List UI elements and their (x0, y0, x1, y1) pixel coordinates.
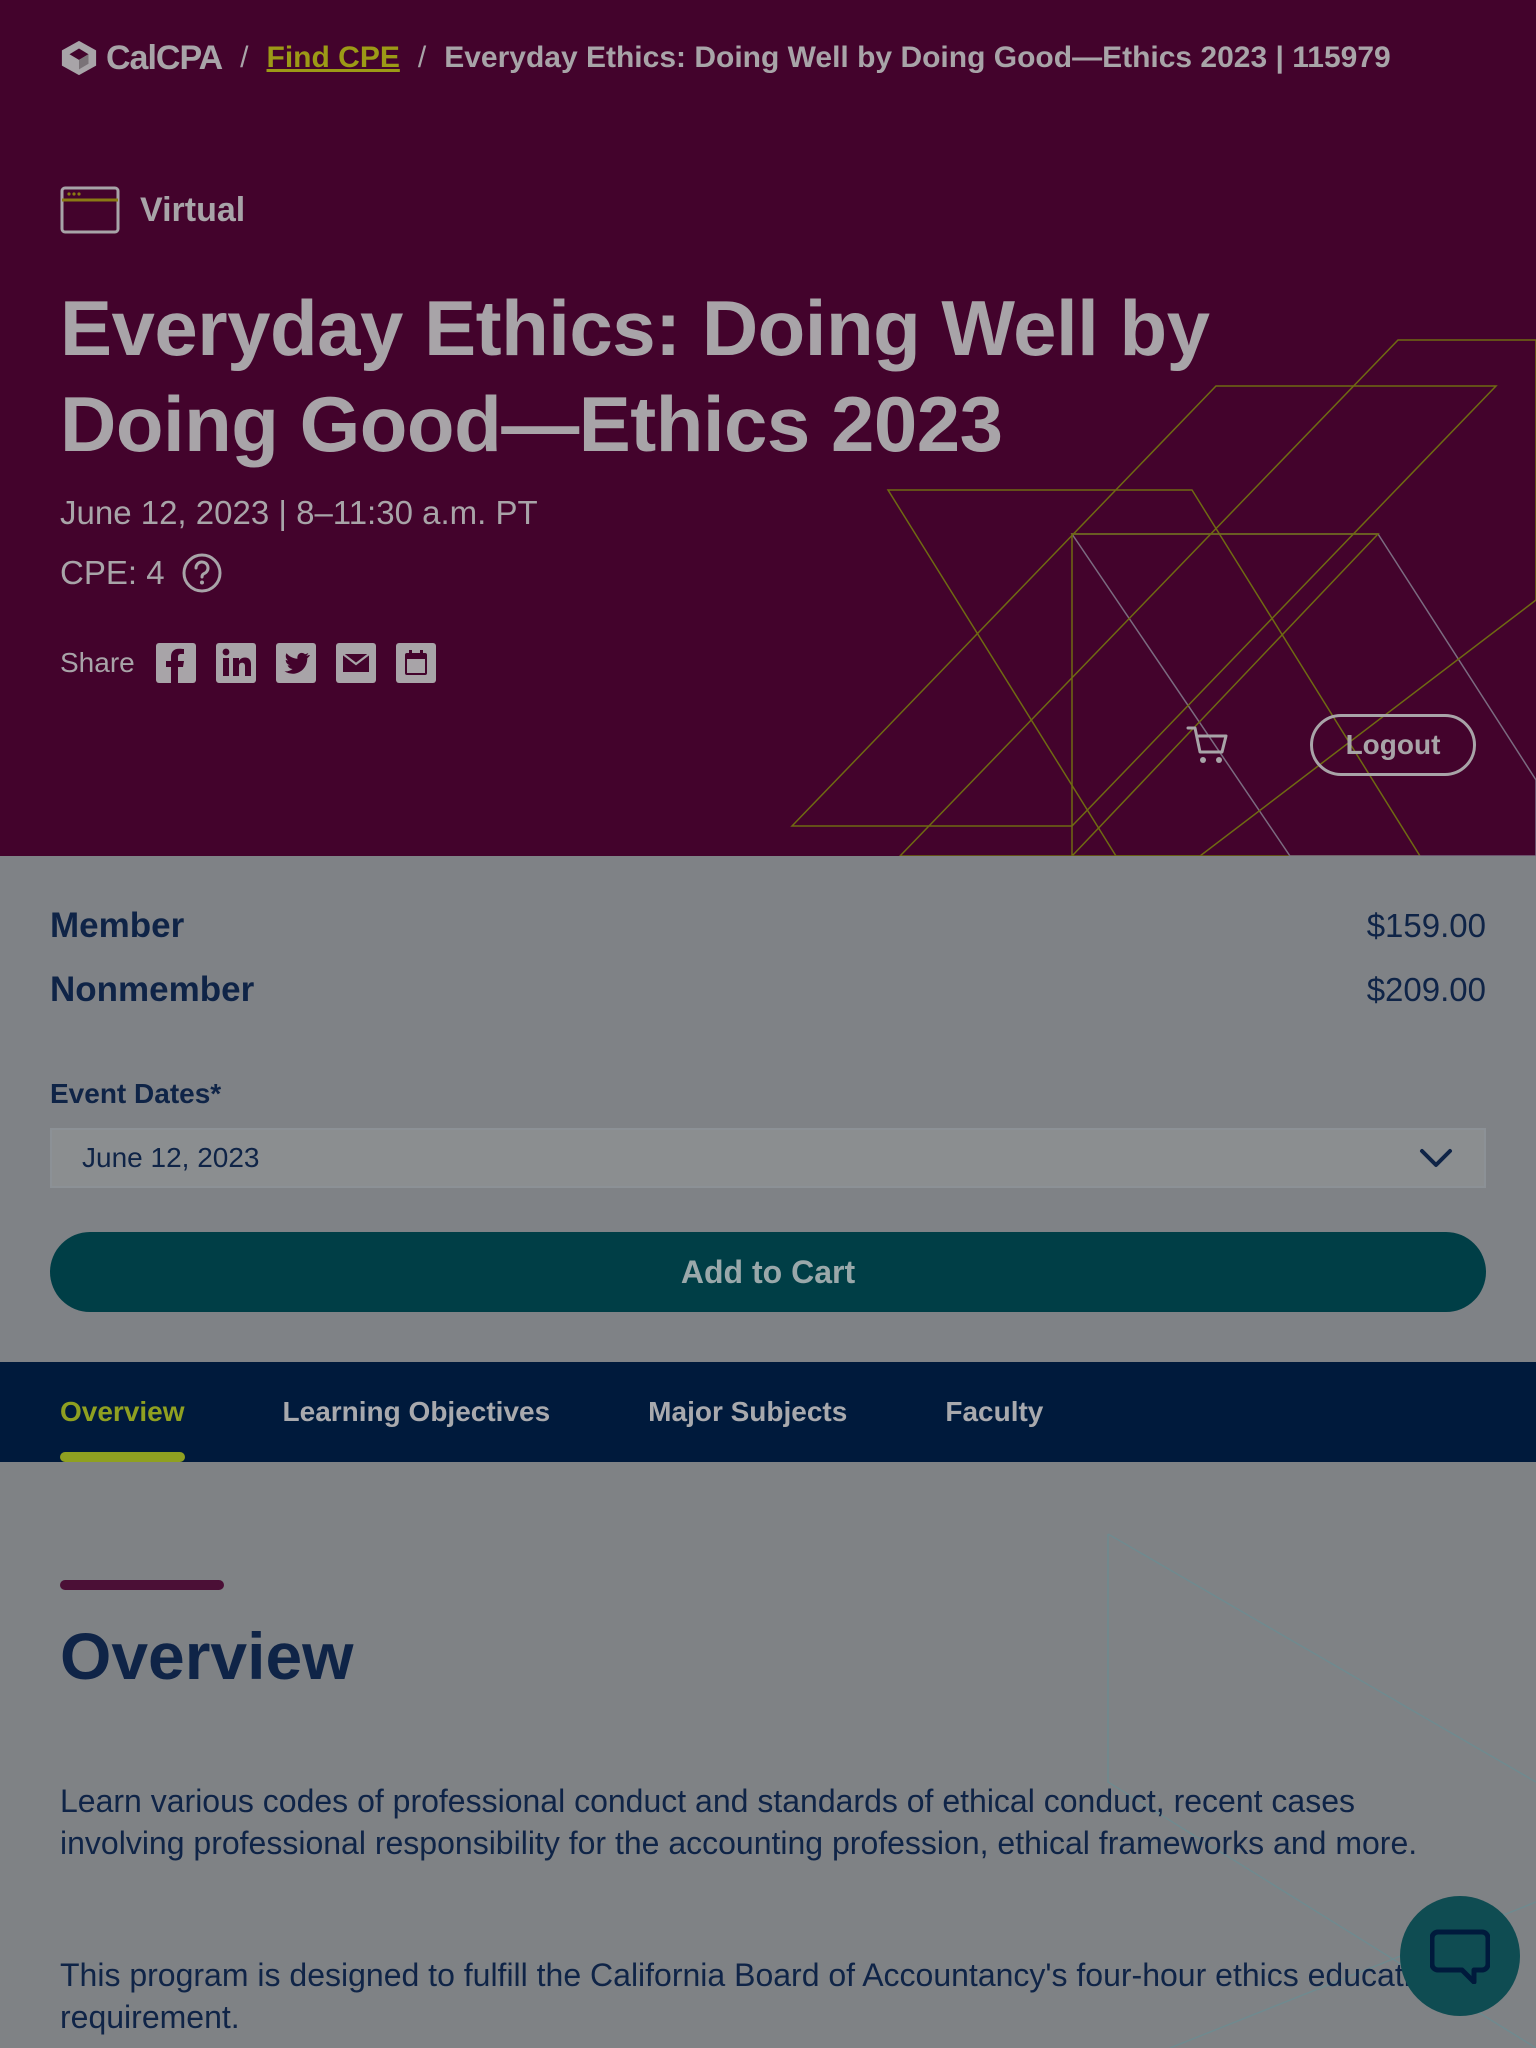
price-label: Member (50, 906, 185, 945)
logo-text: CalCPA (106, 38, 223, 77)
facebook-icon[interactable] (155, 642, 197, 684)
email-icon[interactable] (335, 642, 377, 684)
chevron-down-icon (1420, 1149, 1452, 1167)
breadcrumb-current: Everyday Ethics: Doing Well by Doing Goo… (444, 41, 1391, 74)
section-tabs: Overview Learning Objectives Major Subje… (0, 1362, 1536, 1462)
breadcrumb-separator: / (417, 41, 427, 74)
price-value: $159.00 (1366, 907, 1486, 944)
heading-accent-rule (60, 1580, 224, 1590)
format-label: Virtual (140, 190, 246, 229)
event-date: June 12, 2023 | 8–11:30 a.m. PT (60, 494, 538, 531)
breadcrumb-link-find-cpe[interactable]: Find CPE (267, 41, 400, 75)
event-date-select[interactable]: June 12, 2023 (50, 1128, 1486, 1188)
tab-overview[interactable]: Overview (60, 1362, 185, 1462)
browser-window-icon (60, 186, 120, 234)
price-row-nonmember: Nonmember $209.00 (50, 970, 1486, 1010)
event-title: Everyday Ethics: Doing Well by Doing Goo… (60, 284, 1210, 468)
cart-icon[interactable] (1186, 722, 1232, 768)
event-format: Virtual (60, 186, 245, 234)
price-value: $209.00 (1366, 971, 1486, 1008)
cpe-credits: CPE: 4 (60, 552, 223, 594)
pricing-panel: Member $159.00 Nonmember $209.00 Event D… (0, 856, 1536, 1362)
tab-faculty[interactable]: Faculty (945, 1362, 1043, 1462)
price-row-member: Member $159.00 (50, 906, 1486, 946)
linkedin-icon[interactable] (215, 642, 257, 684)
breadcrumb: CalCPA / Find CPE / Everyday Ethics: Doi… (60, 38, 1391, 78)
calcpa-logo[interactable]: CalCPA (60, 38, 223, 78)
share-bar: Share (60, 642, 437, 684)
tab-major-subjects[interactable]: Major Subjects (648, 1362, 847, 1462)
logout-button[interactable]: Logout (1310, 714, 1476, 776)
chat-bubble-icon (1430, 1929, 1490, 1984)
price-label: Nonmember (50, 970, 255, 1009)
overview-section: Overview Learn various codes of professi… (0, 1462, 1536, 2048)
breadcrumb-separator: / (240, 41, 249, 74)
cpe-value: CPE: 4 (60, 554, 165, 591)
event-dates-label: Event Dates* (50, 1078, 222, 1109)
overview-paragraph: This program is designed to fulfill the … (60, 1957, 1447, 2035)
help-circle-icon[interactable] (181, 552, 223, 594)
tab-learning-objectives[interactable]: Learning Objectives (283, 1362, 551, 1462)
event-hero: CalCPA / Find CPE / Everyday Ethics: Doi… (0, 0, 1536, 856)
twitter-icon[interactable] (275, 642, 317, 684)
add-to-cart-button[interactable]: Add to Cart (50, 1232, 1486, 1312)
calendar-icon[interactable] (395, 642, 437, 684)
calcpa-logo-icon (61, 40, 97, 76)
share-label: Share (60, 647, 135, 678)
chat-button[interactable] (1400, 1896, 1520, 2016)
selected-date: June 12, 2023 (82, 1142, 260, 1173)
overview-paragraph: Learn various codes of professional cond… (60, 1783, 1418, 1861)
overview-heading: Overview (60, 1619, 354, 1693)
